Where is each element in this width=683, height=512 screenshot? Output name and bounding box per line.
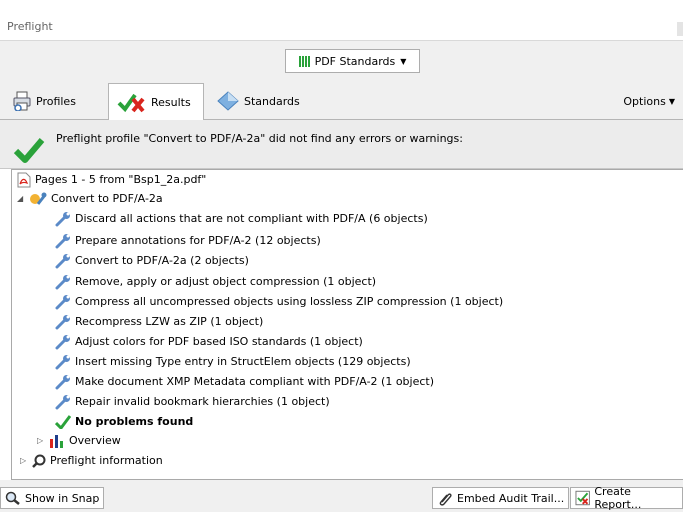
fixup-label: Remove, apply or adjust object compressi… (75, 275, 377, 288)
snap-magnifier-icon (5, 491, 20, 505)
create-report-label: Create Report... (594, 485, 642, 511)
printer-icon (13, 91, 31, 111)
wrench-icon (55, 274, 70, 289)
expand-icon[interactable]: ▷ (20, 456, 28, 465)
no-problems-label: No problems found (75, 415, 194, 428)
wrench-icon (55, 211, 70, 226)
standards-icon (217, 91, 239, 111)
tree-item-fixup[interactable]: Insert missing Type entry in StructElem … (55, 352, 411, 371)
tree-item-fixup[interactable]: Recompress LZW as ZIP (1 object) (55, 312, 263, 331)
tab-results-label: Results (151, 95, 191, 109)
bottom-toolbar: Show in Snap Embed Audit Trail... Create… (0, 480, 683, 512)
pdf-standards-icon (298, 55, 310, 67)
tab-results[interactable]: Results (108, 83, 204, 120)
expand-icon[interactable]: ▷ (37, 436, 45, 445)
expand-icon[interactable]: ◢ (17, 194, 25, 203)
tab-profiles[interactable]: Profiles (12, 83, 76, 119)
paperclip-icon (439, 493, 452, 506)
wrench-icon (55, 233, 70, 248)
wrench-icon (55, 314, 70, 329)
tree-item-fixup[interactable]: Discard all actions that are not complia… (55, 209, 428, 228)
show-in-snap-button[interactable]: Show in Snap (0, 487, 105, 509)
document-label: Pages 1 - 5 from "Bsp1_2a.pdf" (35, 173, 207, 186)
tree-item-overview[interactable]: ▷ Overview (37, 431, 121, 450)
overview-chart-icon (50, 434, 63, 448)
window-edge (677, 22, 683, 36)
fixup-label: Make document XMP Metadata compliant wit… (75, 375, 435, 388)
report-icon (575, 490, 590, 506)
pdf-standards-label: PDF Standards (314, 54, 396, 68)
preflight-info-label: Preflight information (50, 454, 163, 467)
chevron-down-icon: ▼ (668, 96, 675, 106)
chevron-down-icon: ▼ (400, 56, 407, 66)
pdf-standards-dropdown[interactable]: PDF Standards ▼ (285, 49, 420, 73)
show-in-snap-label: Show in Snap (25, 491, 100, 505)
tree-item-profile[interactable]: ◢ Convert to PDF/A-2a (17, 189, 163, 208)
success-check-icon (13, 138, 45, 163)
checkmark-icon (55, 414, 71, 429)
title-bar: Preflight (0, 0, 683, 41)
fixup-label: Insert missing Type entry in StructElem … (75, 355, 411, 368)
tree-item-fixup[interactable]: Compress all uncompressed objects using … (55, 292, 503, 311)
tab-profiles-label: Profiles (36, 94, 76, 108)
tree-item-fixup[interactable]: Remove, apply or adjust object compressi… (55, 272, 376, 291)
wrench-icon (55, 253, 70, 268)
tree-item-fixup[interactable]: Convert to PDF/A-2a (2 objects) (55, 251, 249, 270)
wrench-icon (55, 374, 70, 389)
pdf-file-icon (17, 172, 31, 187)
results-tree: Pages 1 - 5 from "Bsp1_2a.pdf" ◢ Convert… (11, 169, 683, 480)
create-report-button[interactable]: Create Report... (570, 485, 683, 511)
profile-fixup-icon (30, 192, 47, 205)
fixup-label: Repair invalid bookmark hierarchies (1 o… (75, 395, 330, 408)
embed-audit-trail-label: Embed Audit Trail... (457, 491, 565, 505)
wrench-icon (55, 334, 70, 349)
tab-standards-label: Standards (244, 94, 300, 108)
fixup-label: Convert to PDF/A-2a (2 objects) (75, 254, 249, 267)
standards-toolbar: PDF Standards ▼ (0, 41, 683, 79)
wrench-icon (55, 354, 70, 369)
tree-item-fixup[interactable]: Prepare annotations for PDF/A-2 (12 obje… (55, 231, 321, 250)
tree-item-fixup[interactable]: Adjust colors for PDF based ISO standard… (55, 332, 363, 351)
fixup-label: Adjust colors for PDF based ISO standard… (75, 335, 363, 348)
fixup-label: Discard all actions that are not complia… (75, 212, 428, 225)
options-menu[interactable]: Options ▼ (623, 83, 675, 119)
tab-bar: Profiles Results Standards Options ▼ (0, 79, 683, 120)
tree-item-no-problems[interactable]: No problems found (55, 412, 193, 431)
fixup-label: Compress all uncompressed objects using … (75, 295, 504, 308)
options-label: Options (623, 94, 666, 108)
window-title: Preflight (7, 20, 53, 33)
tree-item-fixup[interactable]: Repair invalid bookmark hierarchies (1 o… (55, 392, 330, 411)
magnifier-icon (32, 454, 46, 468)
profile-label: Convert to PDF/A-2a (51, 192, 163, 205)
tree-item-preflight-info[interactable]: ▷ Preflight information (20, 451, 163, 470)
wrench-icon (55, 294, 70, 309)
wrench-icon (55, 394, 70, 409)
overview-label: Overview (69, 434, 121, 447)
tree-item-document[interactable]: Pages 1 - 5 from "Bsp1_2a.pdf" (17, 170, 206, 189)
embed-audit-trail-button[interactable]: Embed Audit Trail... (432, 487, 570, 509)
fixup-label: Prepare annotations for PDF/A-2 (12 obje… (75, 234, 321, 247)
results-summary: Preflight profile "Convert to PDF/A-2a" … (0, 120, 683, 169)
fixup-label: Recompress LZW as ZIP (1 object) (75, 315, 264, 328)
summary-message: Preflight profile "Convert to PDF/A-2a" … (56, 132, 463, 145)
results-icon (117, 93, 145, 113)
tree-item-fixup[interactable]: Make document XMP Metadata compliant wit… (55, 372, 434, 391)
tab-standards[interactable]: Standards (216, 83, 300, 119)
